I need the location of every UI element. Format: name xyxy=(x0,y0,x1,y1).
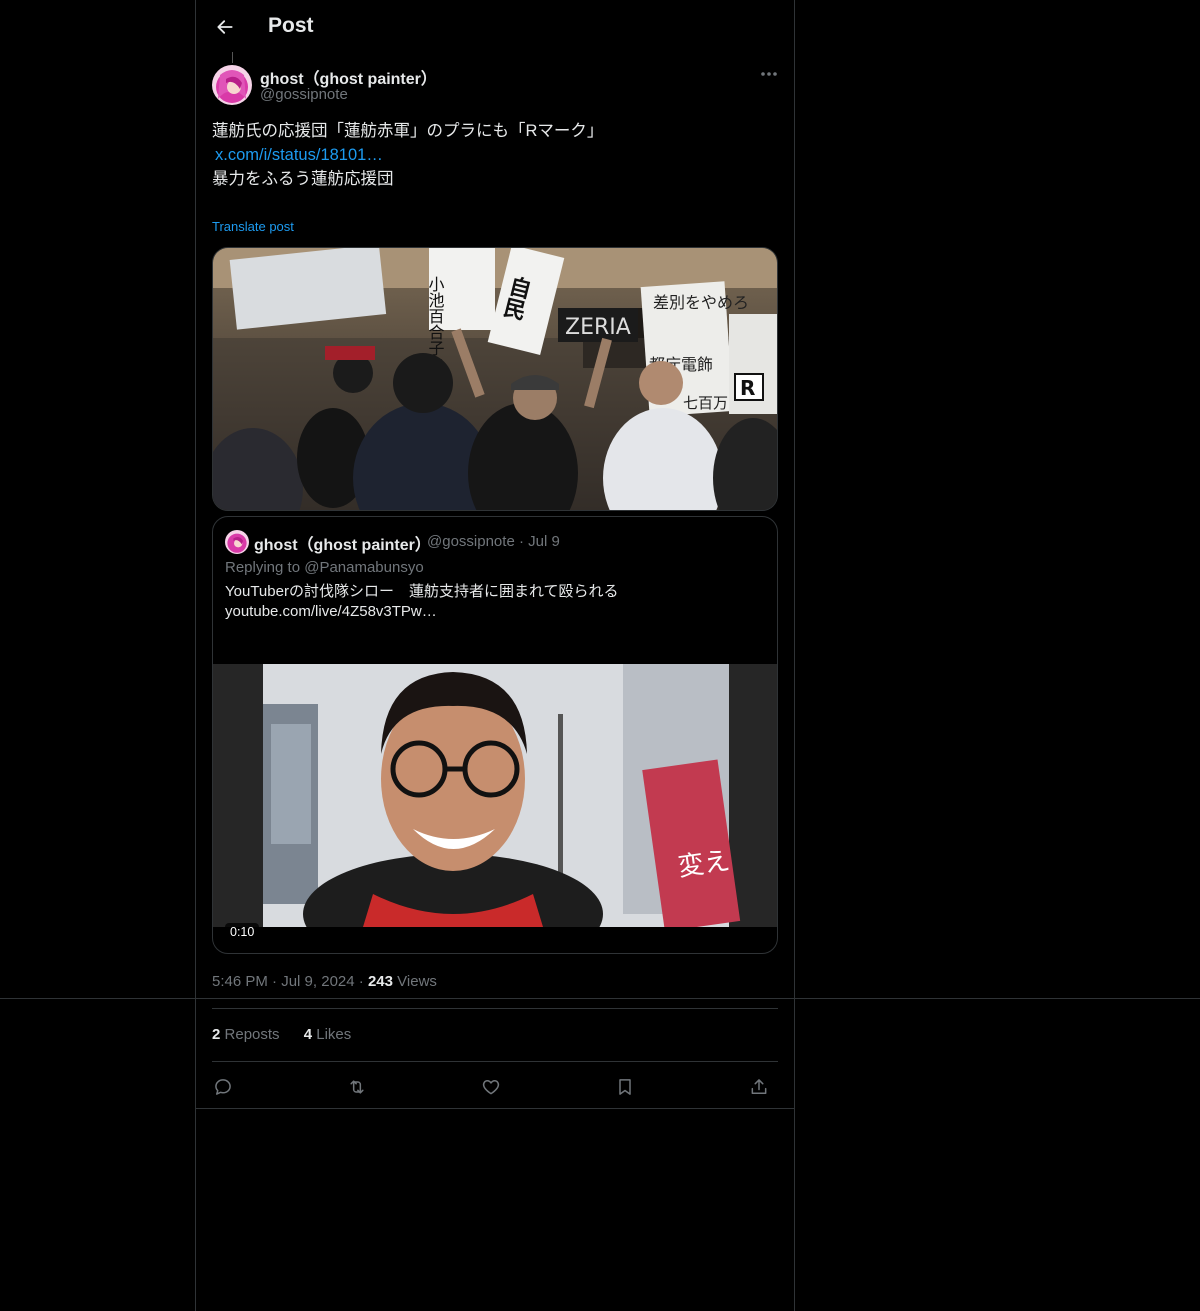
author-avatar[interactable] xyxy=(212,65,252,105)
more-horizontal-icon xyxy=(761,72,777,76)
thread-connector-line xyxy=(232,52,233,63)
reply-button[interactable] xyxy=(208,1072,238,1102)
heart-icon xyxy=(482,1080,500,1095)
action-bar xyxy=(212,1072,778,1102)
quoted-post[interactable]: ghost（ghost painter） @gossipnote · Jul 9… xyxy=(212,516,778,954)
quoted-author-name: ghost（ghost painter） xyxy=(254,537,431,554)
post-text-line: 蓮舫氏の応援団「蓮舫赤軍」のプラにも「Rマーク」 xyxy=(212,122,604,140)
post-time[interactable]: 5:46 PM xyxy=(212,973,268,990)
section-divider xyxy=(212,1008,778,1009)
replying-to-label: Replying to @Panamabunsyo xyxy=(225,559,424,576)
bookmark-button[interactable] xyxy=(610,1072,640,1102)
separator-dot: · xyxy=(518,533,529,550)
likes-count: 4 xyxy=(303,1026,313,1043)
separator-dot: · xyxy=(272,973,282,990)
quoted-video[interactable]: 変え xyxy=(213,664,777,927)
author-handle[interactable]: @gossipnote xyxy=(260,86,348,103)
page-header: Post xyxy=(196,0,794,54)
reposts-stat[interactable]: 2 Reposts xyxy=(212,1026,280,1043)
photo-sign-4: 差別をやめろ xyxy=(653,293,749,312)
post-link[interactable]: x.com/i/status/18101… xyxy=(212,143,603,167)
quoted-author-avatar xyxy=(225,530,249,554)
post-column: Post ghost（ghost painter） @gossipnote 蓮舫… xyxy=(195,0,795,1311)
more-options-button[interactable] xyxy=(759,64,779,84)
section-divider xyxy=(212,1061,778,1062)
views-count: 243 xyxy=(367,973,393,990)
quoted-text-link: youtube.com/live/4Z58v3TPw… xyxy=(225,603,437,620)
quoted-author-meta: @gossipnote · Jul 9 xyxy=(427,533,560,550)
photo-sign-3: ZERIA xyxy=(565,315,631,340)
post-text: 蓮舫氏の応援団「蓮舫赤軍」のプラにも「Rマーク」 x.com/i/status/… xyxy=(212,119,603,191)
likes-label: Likes xyxy=(316,1026,352,1043)
quoted-post-date: Jul 9 xyxy=(528,533,560,550)
like-button[interactable] xyxy=(476,1072,506,1102)
quoted-author-handle: @gossipnote xyxy=(427,533,515,550)
engagement-stats: 2 Reposts 4 Likes xyxy=(212,1026,371,1043)
arrow-left-icon xyxy=(217,20,233,34)
post-metadata: 5:46 PM · Jul 9, 2024 · 243 Views xyxy=(212,973,437,990)
bookmark-icon xyxy=(619,1079,631,1095)
back-button[interactable] xyxy=(212,14,238,40)
page-title: Post xyxy=(268,14,314,37)
repost-button[interactable] xyxy=(342,1072,372,1102)
likes-stat[interactable]: 4 Likes xyxy=(304,1026,352,1043)
photo-sign-6: R xyxy=(740,376,755,400)
repost-icon xyxy=(350,1080,364,1094)
translate-post-link[interactable]: Translate post xyxy=(212,219,294,234)
quoted-post-text: YouTuberの討伐隊シロー 蓮舫支持者に囲まれて殴られる youtube.c… xyxy=(225,582,619,622)
section-divider xyxy=(196,1108,794,1109)
share-icon xyxy=(751,1079,767,1094)
views-label: Views xyxy=(397,973,437,990)
photo-sign-7: 七百万 xyxy=(683,394,728,412)
post-text-line: 暴力をふるう蓮舫応援団 xyxy=(212,170,394,188)
separator-dot: · xyxy=(358,973,368,990)
reposts-label: Reposts xyxy=(224,1026,280,1043)
reposts-count: 2 xyxy=(212,1026,221,1043)
reply-icon xyxy=(215,1079,231,1095)
post-date[interactable]: Jul 9, 2024 xyxy=(281,973,354,990)
video-duration-badge: 0:10 xyxy=(225,923,260,941)
quoted-text-line: YouTuberの討伐隊シロー 蓮舫支持者に囲まれて殴られる xyxy=(225,583,619,600)
post-photo[interactable]: 小池百合子さよなら 自民 ZERIA 差別をやめろ 都庁電飾 七百万 R xyxy=(212,247,778,511)
share-button[interactable] xyxy=(744,1072,774,1102)
